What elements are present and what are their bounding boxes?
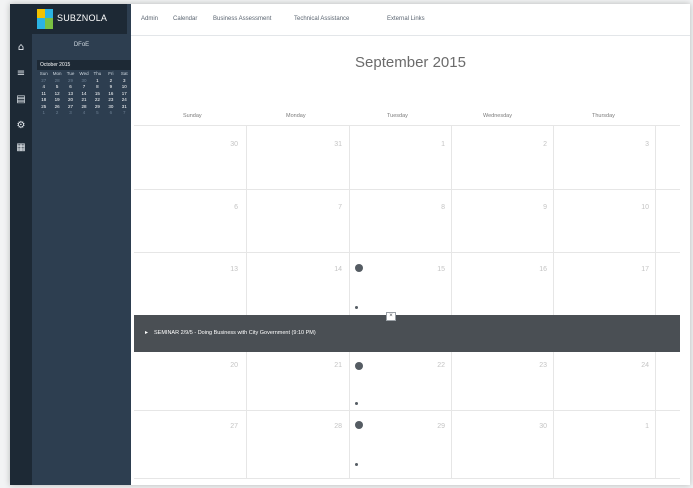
mini-day-cell[interactable]: 1 xyxy=(37,110,50,117)
calendar-title: September 2015 xyxy=(355,54,466,71)
mini-day-cell[interactable]: 6 xyxy=(104,110,117,117)
mini-day-cell[interactable]: 3 xyxy=(64,110,77,117)
day-cell[interactable]: 14 xyxy=(322,266,342,273)
dow-monday: Monday xyxy=(286,113,306,119)
day-cell[interactable]: 20 xyxy=(218,362,238,369)
mini-day-cell[interactable]: 2 xyxy=(50,110,63,117)
grid-line xyxy=(134,125,680,126)
home-icon[interactable]: ⌂ xyxy=(15,42,27,54)
event-close-button[interactable]: × xyxy=(386,312,396,321)
top-nav: Admin Calendar Business Assessment Techn… xyxy=(131,4,690,36)
dow-thursday: Thursday xyxy=(592,113,615,119)
nav-business-assessment[interactable]: Business Assessment xyxy=(213,16,271,22)
day-cell[interactable]: 15 xyxy=(425,266,445,273)
mini-day-cell[interactable]: 5 xyxy=(91,110,104,117)
grid-line xyxy=(134,478,680,479)
brand-logo[interactable]: SUBZNOLA xyxy=(32,4,127,34)
grid-line xyxy=(246,125,247,478)
day-cell[interactable]: 8 xyxy=(425,204,445,211)
mini-calendar[interactable]: October 2015 Sun Mon Tue Wed Thu Fri Sat 27 28 29… xyxy=(37,60,131,117)
brand-name: SUBZNOLA xyxy=(57,13,108,23)
day-cell[interactable]: 30 xyxy=(527,423,547,430)
day-cell[interactable]: 29 xyxy=(425,423,445,430)
nav-technical-assistance[interactable]: Technical Assistance xyxy=(294,16,349,22)
day-cell[interactable]: 28 xyxy=(322,423,342,430)
grid-line xyxy=(655,125,656,478)
dow-wednesday: Wednesday xyxy=(483,113,512,119)
nav-external-links[interactable]: External Links xyxy=(387,16,425,22)
mini-day-cell[interactable]: 7 xyxy=(118,110,131,117)
caret-right-icon: ▸ xyxy=(145,329,149,336)
day-cell[interactable]: 3 xyxy=(629,141,649,148)
event-indicator-icon[interactable] xyxy=(355,421,363,429)
day-cell[interactable]: 31 xyxy=(322,141,342,148)
event-pointer-icon xyxy=(355,402,358,405)
report-icon[interactable]: ▦ xyxy=(15,142,27,154)
day-cell[interactable]: 1 xyxy=(629,423,649,430)
day-cell[interactable]: 23 xyxy=(527,362,547,369)
event-detail-bar[interactable]: ▸ SEMINAR 2/9/5 - Doing Business with Ci… xyxy=(134,315,680,352)
event-title[interactable]: SEMINAR 2/9/5 - Doing Business with City… xyxy=(154,330,316,336)
grid-line xyxy=(349,125,350,478)
day-cell[interactable]: 2 xyxy=(527,141,547,148)
grid-line xyxy=(134,252,680,253)
day-cell[interactable]: 10 xyxy=(629,204,649,211)
mini-calendar-title: October 2015 xyxy=(37,60,131,70)
day-cell[interactable]: 1 xyxy=(425,141,445,148)
grid-line xyxy=(134,410,680,411)
day-cell[interactable]: 30 xyxy=(218,141,238,148)
list-icon[interactable]: ≡ xyxy=(15,68,27,80)
mini-calendar-grid[interactable]: Sun Mon Tue Wed Thu Fri Sat 27 28 29 30 1 2 3 4 5 6 7 8 9 10… xyxy=(37,71,131,117)
grid-line xyxy=(553,125,554,478)
grid-line xyxy=(451,125,452,478)
day-cell[interactable]: 7 xyxy=(322,204,342,211)
logo-mark-icon xyxy=(37,9,53,29)
day-cell[interactable]: 17 xyxy=(629,266,649,273)
day-cell[interactable]: 27 xyxy=(218,423,238,430)
nav-admin[interactable]: Admin xyxy=(141,16,158,22)
mini-day-cell[interactable]: 4 xyxy=(77,110,90,117)
grid-line xyxy=(134,189,680,190)
calendar-user-label: DFoE xyxy=(73,42,90,48)
day-cell[interactable]: 22 xyxy=(425,362,445,369)
document-icon[interactable]: ▤ xyxy=(15,94,27,106)
day-cell[interactable]: 16 xyxy=(527,266,547,273)
gear-icon[interactable]: ⚙ xyxy=(15,120,27,132)
event-indicator-icon[interactable] xyxy=(355,264,363,272)
icon-bar: ⌂ ≡ ▤ ⚙ ▦ xyxy=(10,4,32,485)
event-indicator-icon[interactable] xyxy=(355,362,363,370)
nav-calendar[interactable]: Calendar xyxy=(173,16,197,22)
day-cell[interactable]: 9 xyxy=(527,204,547,211)
event-pointer-icon xyxy=(355,463,358,466)
day-cell[interactable]: 6 xyxy=(218,204,238,211)
day-cell[interactable]: 13 xyxy=(218,266,238,273)
day-cell[interactable]: 21 xyxy=(322,362,342,369)
dow-sunday: Sunday xyxy=(183,113,202,119)
day-cell[interactable]: 24 xyxy=(629,362,649,369)
event-pointer-icon xyxy=(355,306,358,309)
dow-tuesday: Tuesday xyxy=(387,113,408,119)
